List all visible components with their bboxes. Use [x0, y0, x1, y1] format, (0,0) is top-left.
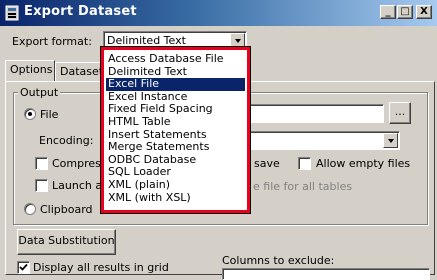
database-icon — [5, 5, 19, 21]
encoding-select[interactable] — [248, 131, 400, 150]
window-title: Export Dataset — [24, 4, 137, 19]
file-label: File — [40, 108, 59, 121]
display-all-results-checkbox[interactable] — [17, 261, 30, 274]
option-excel-file[interactable]: Excel File — [106, 78, 245, 91]
option-access-database-file[interactable]: Access Database File — [106, 52, 245, 66]
browse-button[interactable]: ... — [389, 102, 411, 124]
option-xml-plain[interactable]: XML (plain) — [106, 178, 245, 192]
launch-checkbox[interactable] — [35, 179, 48, 192]
compress-checkbox[interactable] — [35, 157, 48, 170]
display-all-results-label: Display all results in grid — [33, 261, 169, 274]
encoding-label: Encoding: — [39, 134, 94, 147]
title-bar[interactable]: Export Dataset _ □ X — [0, 0, 437, 26]
save-label: save — [254, 157, 280, 170]
close-button[interactable]: X — [416, 5, 432, 19]
chevron-down-icon — [235, 39, 241, 43]
encoding-dropdown-button[interactable] — [383, 133, 398, 148]
tab-dataset[interactable]: Dataset — [55, 62, 103, 81]
tab-options[interactable]: Options — [5, 60, 55, 81]
option-html-table[interactable]: HTML Table — [106, 115, 245, 129]
tab-dataset-label: Dataset — [60, 65, 104, 78]
allow-empty-files-label: Allow empty files — [316, 157, 411, 170]
tab-options-label: Options — [10, 63, 53, 76]
dropdown-button[interactable] — [230, 33, 245, 48]
data-substitution-label: Data Substitution — [18, 234, 115, 247]
minimize-button[interactable]: _ — [380, 5, 396, 19]
clipboard-radio[interactable] — [24, 203, 36, 215]
export-format-value: Delimited Text — [107, 34, 186, 47]
data-substitution-button[interactable]: Data Substitution — [17, 229, 116, 255]
option-merge-statements[interactable]: Merge Statements — [106, 141, 245, 154]
compress-label: Compress — [52, 157, 107, 170]
maximize-button[interactable]: □ — [397, 5, 413, 19]
allow-empty-files-checkbox[interactable] — [298, 157, 311, 170]
output-group-label: Output — [18, 86, 61, 99]
browse-label: ... — [394, 105, 406, 118]
columns-to-exclude-list[interactable] — [222, 268, 430, 280]
clipboard-label: Clipboard — [40, 203, 93, 216]
chevron-down-icon — [388, 139, 394, 143]
export-format-dropdown-list[interactable]: Access Database File Delimited Text Exce… — [101, 47, 250, 213]
checkmark-icon — [19, 263, 28, 271]
columns-to-exclude-label: Columns to exclude: — [222, 254, 335, 267]
file-for-all-tables-label: e file for all tables — [253, 180, 353, 193]
option-xml-with-xsl[interactable]: XML (with XSL) — [106, 191, 245, 205]
export-format-label: Export format: — [12, 35, 92, 48]
file-radio[interactable] — [24, 108, 36, 120]
file-path-input[interactable] — [248, 104, 384, 123]
